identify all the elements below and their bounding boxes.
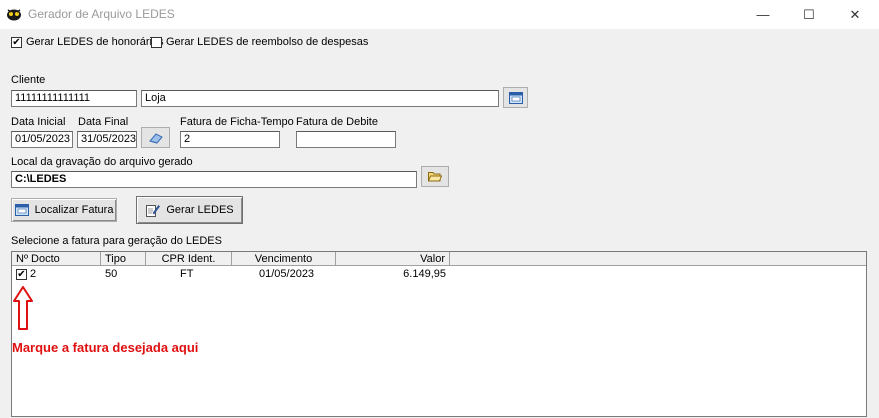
close-icon: ✕ (849, 6, 861, 22)
cliente-label: Cliente (11, 74, 46, 86)
fatura-ficha-label: Fatura de Ficha-Tempo (180, 116, 294, 128)
honorarios-checkbox[interactable]: ✔ (11, 37, 22, 48)
title-bar: Gerador de Arquivo LEDES — ☐ ✕ (0, 0, 879, 29)
app-logo-icon (7, 9, 21, 21)
local-path-field[interactable]: C:\LEDES (11, 171, 417, 188)
row-tipo: 50 (105, 268, 118, 280)
checkmark-icon: ✔ (17, 268, 26, 280)
row-cpr: FT (180, 268, 194, 280)
row-vencimento: 01/05/2023 (259, 268, 315, 280)
window-title: Gerador de Arquivo LEDES (28, 7, 175, 21)
row-docto: 2 (30, 268, 37, 280)
reembolso-checkbox[interactable] (151, 37, 162, 48)
localizar-fatura-button[interactable]: Localizar Fatura (11, 198, 117, 222)
gerar-ledes-label: Gerar LEDES (166, 204, 234, 216)
header-filler (450, 252, 866, 266)
up-arrow-annotation-icon (13, 286, 33, 330)
data-final-field[interactable]: 31/05/2023 (77, 131, 137, 148)
browse-folder-button[interactable] (421, 166, 449, 187)
cliente-name-field[interactable]: Loja (141, 90, 499, 107)
search-window-icon (508, 91, 523, 104)
fatura-list[interactable]: Nº Docto Tipo CPR Ident. Vencimento Valo… (11, 251, 867, 417)
edit-document-icon (146, 204, 161, 217)
minimize-icon: — (756, 7, 770, 22)
row-checkbox[interactable]: ✔ (16, 269, 27, 280)
data-inicial-label: Data Inicial (11, 116, 66, 128)
list-caption: Selecione a fatura para geração do LEDES (11, 235, 222, 247)
annotation-text: Marque a fatura desejada aqui (12, 340, 199, 355)
cliente-code-field[interactable]: 11111111111111 (11, 90, 137, 107)
fatura-debite-label: Fatura de Debite (296, 116, 378, 128)
header-vencimento[interactable]: Vencimento (232, 252, 336, 266)
header-tipo[interactable]: Tipo (101, 252, 146, 266)
honorarios-label: Gerar LEDES de honorários (26, 36, 164, 48)
maximize-icon: ☐ (803, 6, 815, 22)
row-valor: 6.149,95 (403, 268, 446, 280)
clear-dates-button[interactable] (141, 127, 170, 148)
gerar-ledes-button[interactable]: Gerar LEDES (136, 196, 243, 224)
checkmark-icon: ✔ (12, 36, 21, 48)
close-button[interactable]: ✕ (832, 0, 878, 29)
fatura-debite-field[interactable] (296, 131, 396, 148)
folder-open-icon (428, 172, 442, 182)
table-row[interactable]: ✔ 2 50 FT 01/05/2023 6.149,95 (12, 267, 866, 283)
data-final-label: Data Final (78, 116, 129, 128)
search-window-icon (14, 204, 29, 216)
fatura-ficha-field[interactable]: 2 (180, 131, 280, 148)
local-label: Local da gravação do arquivo gerado (11, 156, 193, 168)
cliente-search-button[interactable] (503, 87, 528, 108)
localizar-fatura-label: Localizar Fatura (34, 204, 114, 216)
data-inicial-field[interactable]: 01/05/2023 (11, 131, 73, 148)
reembolso-label: Gerar LEDES de reembolso de despesas (166, 36, 369, 48)
maximize-button[interactable]: ☐ (786, 0, 832, 29)
header-cpr[interactable]: CPR Ident. (146, 252, 232, 266)
minimize-button[interactable]: — (740, 0, 786, 29)
eraser-icon (148, 132, 163, 144)
header-docto[interactable]: Nº Docto (12, 252, 101, 266)
header-valor[interactable]: Valor (336, 252, 450, 266)
